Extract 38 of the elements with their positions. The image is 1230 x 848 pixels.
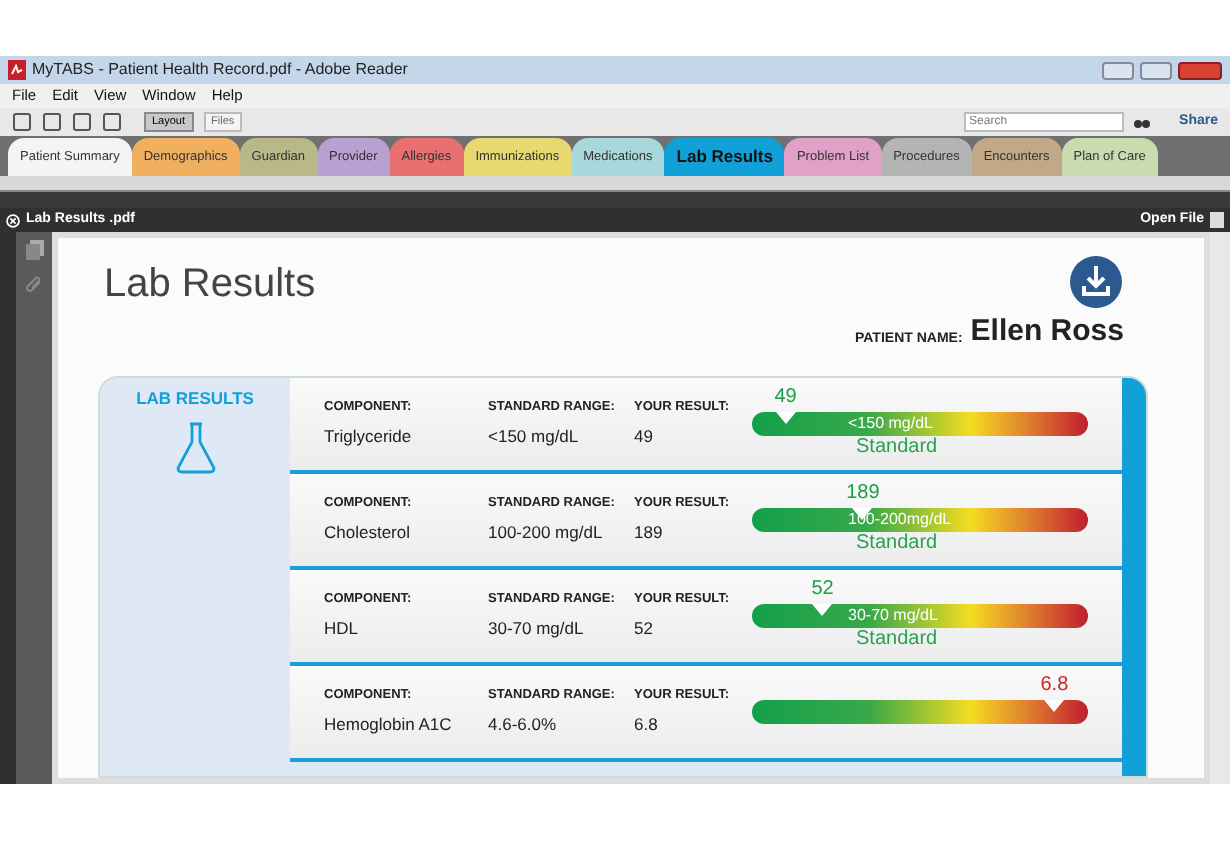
range-value: 4.6-6.0% — [488, 711, 559, 737]
section-title: LAB RESULTS — [136, 385, 254, 411]
close-button[interactable] — [1178, 61, 1222, 79]
result-value: 49 — [634, 423, 655, 449]
patient-name: Ellen Ross — [970, 312, 1124, 352]
window-title: MyTABS - Patient Health Record.pdf - Adobe Reader — [32, 58, 408, 82]
pdf-icon — [8, 60, 26, 80]
component-value: HDL — [324, 615, 361, 641]
range-value: 100-200 mg/dL — [488, 519, 605, 545]
result-value: 6.8 — [634, 711, 660, 737]
maximize-button[interactable] — [1140, 61, 1172, 79]
range-label: <150 mg/dL — [848, 411, 933, 435]
result-value: 189 — [846, 481, 880, 505]
vertical-scrollbar[interactable] — [1210, 232, 1230, 784]
download-icon[interactable] — [1068, 254, 1124, 310]
result-value: 52 — [634, 615, 655, 641]
minimize-button[interactable] — [1102, 61, 1134, 79]
standard-label: Standard — [856, 435, 938, 459]
close-icon[interactable] — [6, 213, 20, 227]
pages-icon[interactable] — [25, 240, 43, 260]
range-value: 30-70 mg/dL — [488, 615, 586, 641]
page-title: Lab Results — [104, 260, 316, 310]
range-value: <150 mg/dL — [488, 423, 581, 449]
result-value: 189 — [634, 519, 665, 545]
result-value: 6.8 — [1040, 673, 1069, 697]
tab-scroll-bar[interactable] — [0, 176, 1230, 192]
flask-icon — [173, 422, 217, 475]
component-value: Cholesterol — [324, 519, 412, 545]
result-value: 49 — [774, 385, 797, 409]
range-label: 30-70 mg/dL — [848, 603, 938, 627]
component-value: Hemoglobin A1C — [324, 711, 454, 737]
component-value: Triglyceride — [324, 423, 414, 449]
binoculars-icon[interactable] — [1133, 116, 1150, 128]
paperclip-icon[interactable] — [25, 276, 43, 296]
result-value: 52 — [811, 577, 834, 601]
standard-label: Standard — [856, 531, 938, 555]
standard-label: Standard — [856, 627, 938, 651]
tab[interactable]: Lab Results — [664, 138, 785, 176]
